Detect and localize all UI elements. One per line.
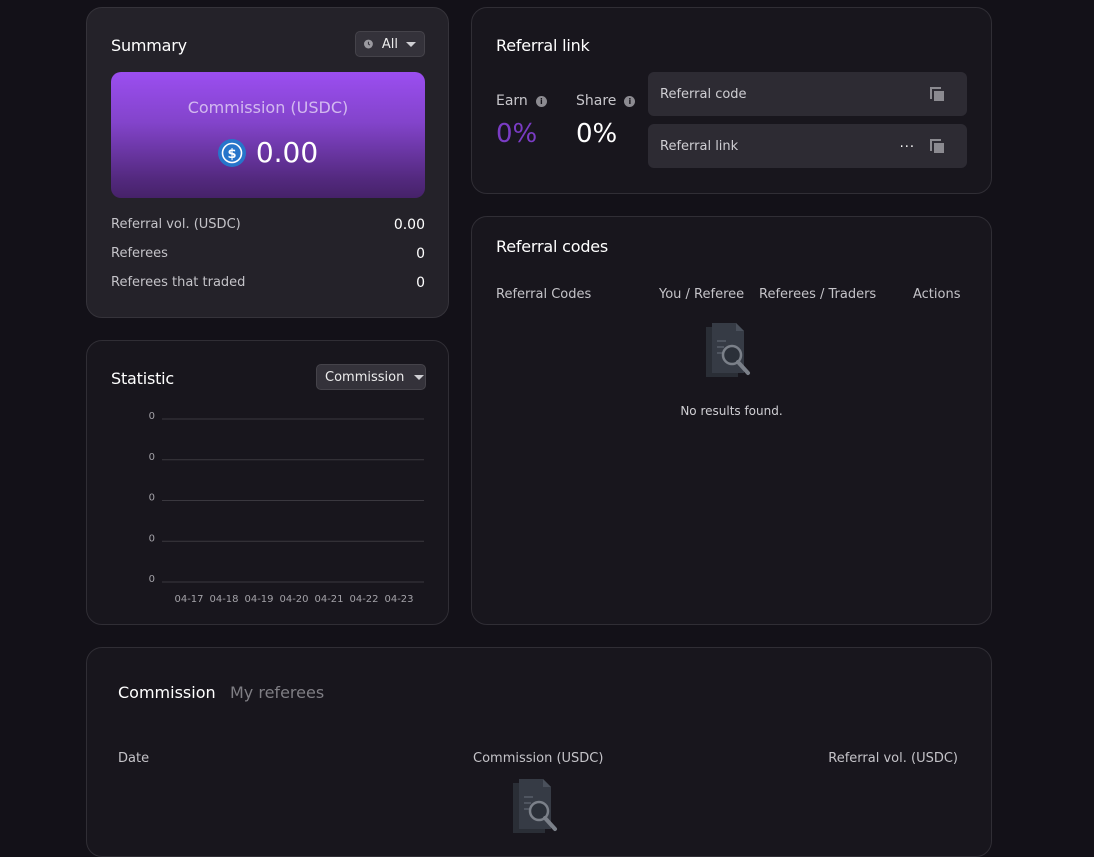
- x-tick-label: 04-20: [279, 594, 308, 605]
- tab-commission[interactable]: Commission: [118, 683, 216, 702]
- referral-link-card: Referral link Earn i 0% Share i 0% Refer…: [471, 7, 992, 194]
- column-header: Referral vol. (USDC): [828, 751, 958, 766]
- no-results-search-icon: [706, 323, 750, 377]
- column-header: Commission (USDC): [473, 751, 604, 766]
- empty-state-text: No results found.: [680, 404, 783, 418]
- y-tick-label: 0: [149, 533, 155, 544]
- stat-label: Referral vol. (USDC): [111, 217, 241, 232]
- stat-label: Referees: [111, 246, 168, 261]
- usdc-coin-icon: $: [217, 138, 246, 167]
- referral-codes-card: Referral codes Referral Codes You / Refe…: [471, 216, 992, 625]
- copy-icon[interactable]: [930, 139, 944, 153]
- share-label: Share i: [576, 93, 636, 109]
- referral-code-field[interactable]: Referral code: [648, 72, 967, 116]
- earn-label-text: Earn: [496, 93, 528, 109]
- x-tick-label: 04-22: [349, 594, 378, 605]
- y-tick-label: 0: [149, 452, 155, 463]
- statistic-card: Statistic Commission 0 0 0 0 0 04-17 04-18 04-1…: [86, 340, 449, 625]
- referral-codes-title: Referral codes: [496, 237, 609, 256]
- commission-label: Commission (USDC): [187, 98, 349, 117]
- stat-label: Referees that traded: [111, 275, 246, 290]
- copy-icon[interactable]: [930, 87, 944, 101]
- tab-my-referees[interactable]: My referees: [230, 683, 324, 702]
- y-tick-label: 0: [149, 493, 155, 504]
- column-header: Actions: [913, 287, 961, 302]
- stat-row-referees-traded: Referees that traded 0: [111, 275, 425, 291]
- x-tick-label: 04-23: [384, 594, 413, 605]
- y-tick-label: 0: [149, 574, 155, 585]
- column-header: Referral Codes: [496, 287, 592, 302]
- earn-value: 0%: [496, 119, 538, 149]
- x-tick-label: 04-19: [244, 594, 273, 605]
- summary-title: Summary: [111, 36, 187, 55]
- clock-icon: [364, 39, 373, 49]
- commission-value: 0.00: [255, 136, 319, 169]
- summary-card: Summary All Commission (USDC) $ 0.00 Ref…: [86, 7, 449, 318]
- share-value: 0%: [576, 119, 618, 149]
- referral-link-truncated: ...: [899, 136, 915, 151]
- earn-label: Earn i: [496, 93, 547, 109]
- column-header: You / Referee: [659, 287, 745, 302]
- column-header: Date: [118, 751, 150, 766]
- y-tick-label: 0: [149, 411, 155, 422]
- stat-value: 0: [416, 246, 425, 262]
- stat-row-referees: Referees 0: [111, 246, 425, 262]
- referral-link-title: Referral link: [496, 36, 590, 55]
- commission-history-card: Commission My referees Date Commission (…: [86, 647, 992, 857]
- column-header: Referees / Traders: [759, 287, 877, 302]
- x-tick-label: 04-21: [314, 594, 343, 605]
- commission-panel: Commission (USDC) $ 0.00: [111, 72, 425, 198]
- svg-text:$: $: [227, 147, 236, 162]
- summary-filter-dropdown[interactable]: All: [355, 31, 425, 57]
- info-icon[interactable]: i: [624, 95, 636, 107]
- x-tick-label: 04-17: [174, 594, 203, 605]
- no-results-search-icon: [513, 779, 557, 833]
- x-tick-label: 04-18: [209, 594, 238, 605]
- summary-filter-label: All: [381, 36, 398, 52]
- statistic-chart: 0 0 0 0 0 04-17 04-18 04-19 04-20 04-21 04-22 04-23: [149, 411, 424, 605]
- info-icon[interactable]: i: [535, 95, 547, 107]
- share-label-text: Share: [576, 93, 617, 109]
- referral-code-text: Referral code: [660, 86, 747, 102]
- referral-link-text: Referral link: [660, 138, 739, 154]
- stat-value: 0.00: [393, 217, 425, 233]
- referral-link-field[interactable]: Referral link ...: [648, 124, 967, 168]
- stat-value: 0: [416, 275, 425, 291]
- chevron-down-icon: [406, 41, 416, 47]
- stat-row-referral-vol: Referral vol. (USDC) 0.00: [111, 217, 425, 233]
